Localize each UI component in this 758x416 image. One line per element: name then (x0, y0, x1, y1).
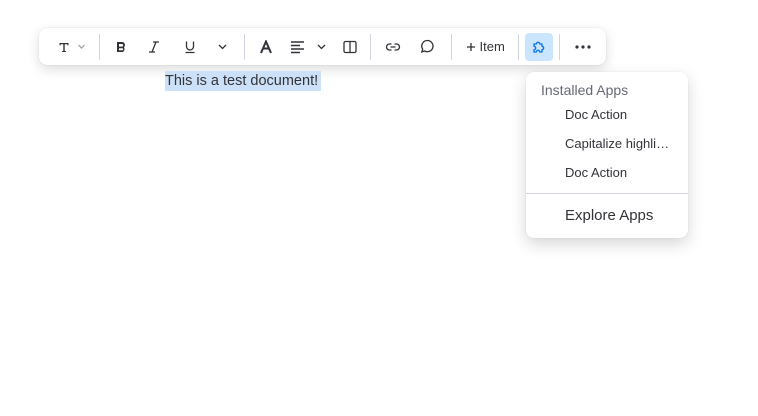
add-item-button[interactable]: Item (458, 33, 512, 61)
apps-dropdown-menu: Installed Apps Doc Action Capitalize hig… (526, 72, 688, 238)
toolbar-divider (518, 33, 520, 60)
text-style-dropdown[interactable] (53, 33, 91, 61)
installed-apps-heading: Installed Apps (541, 82, 629, 98)
columns-icon (343, 40, 358, 54)
bold-icon (114, 40, 128, 54)
link-button[interactable] (377, 33, 409, 61)
underline-icon (183, 40, 197, 54)
app-item-doc-action[interactable]: Doc Action (565, 165, 673, 180)
toolbar-divider (370, 33, 372, 60)
layout-button[interactable] (336, 33, 364, 61)
toolbar-divider (98, 33, 100, 60)
align-left-icon (290, 40, 305, 54)
chevron-down-icon (77, 42, 86, 51)
more-options-button[interactable] (566, 33, 600, 61)
underline-button[interactable] (172, 33, 208, 61)
toolbar-divider (243, 33, 245, 60)
format-toolbar: Item (39, 28, 606, 65)
comment-button[interactable] (409, 33, 445, 61)
more-formatting-dropdown[interactable] (208, 33, 238, 61)
align-dropdown[interactable] (281, 33, 337, 61)
app-item-capitalize[interactable]: Capitalize highlig... (565, 136, 673, 151)
text-color-icon (259, 39, 273, 54)
chevron-down-icon (316, 41, 327, 52)
text-T-icon (58, 41, 70, 53)
italic-icon (147, 40, 161, 54)
toolbar-divider (559, 33, 561, 60)
toolbar-divider (451, 33, 453, 60)
apps-button[interactable] (525, 32, 554, 61)
chevron-down-icon (217, 41, 228, 52)
bold-button[interactable] (106, 33, 136, 61)
link-icon (385, 40, 401, 54)
more-dots-icon (575, 44, 591, 49)
italic-button[interactable] (136, 33, 172, 61)
menu-divider (526, 193, 688, 194)
add-item-label: Item (479, 39, 505, 54)
plus-icon (466, 42, 476, 52)
puzzle-icon (531, 39, 547, 55)
explore-apps-button[interactable]: Explore Apps (565, 207, 653, 224)
text-color-button[interactable] (251, 33, 281, 61)
document-text[interactable]: This is a test document! (165, 71, 322, 91)
app-item-doc-action[interactable]: Doc Action (565, 107, 673, 122)
comment-icon (420, 39, 435, 54)
